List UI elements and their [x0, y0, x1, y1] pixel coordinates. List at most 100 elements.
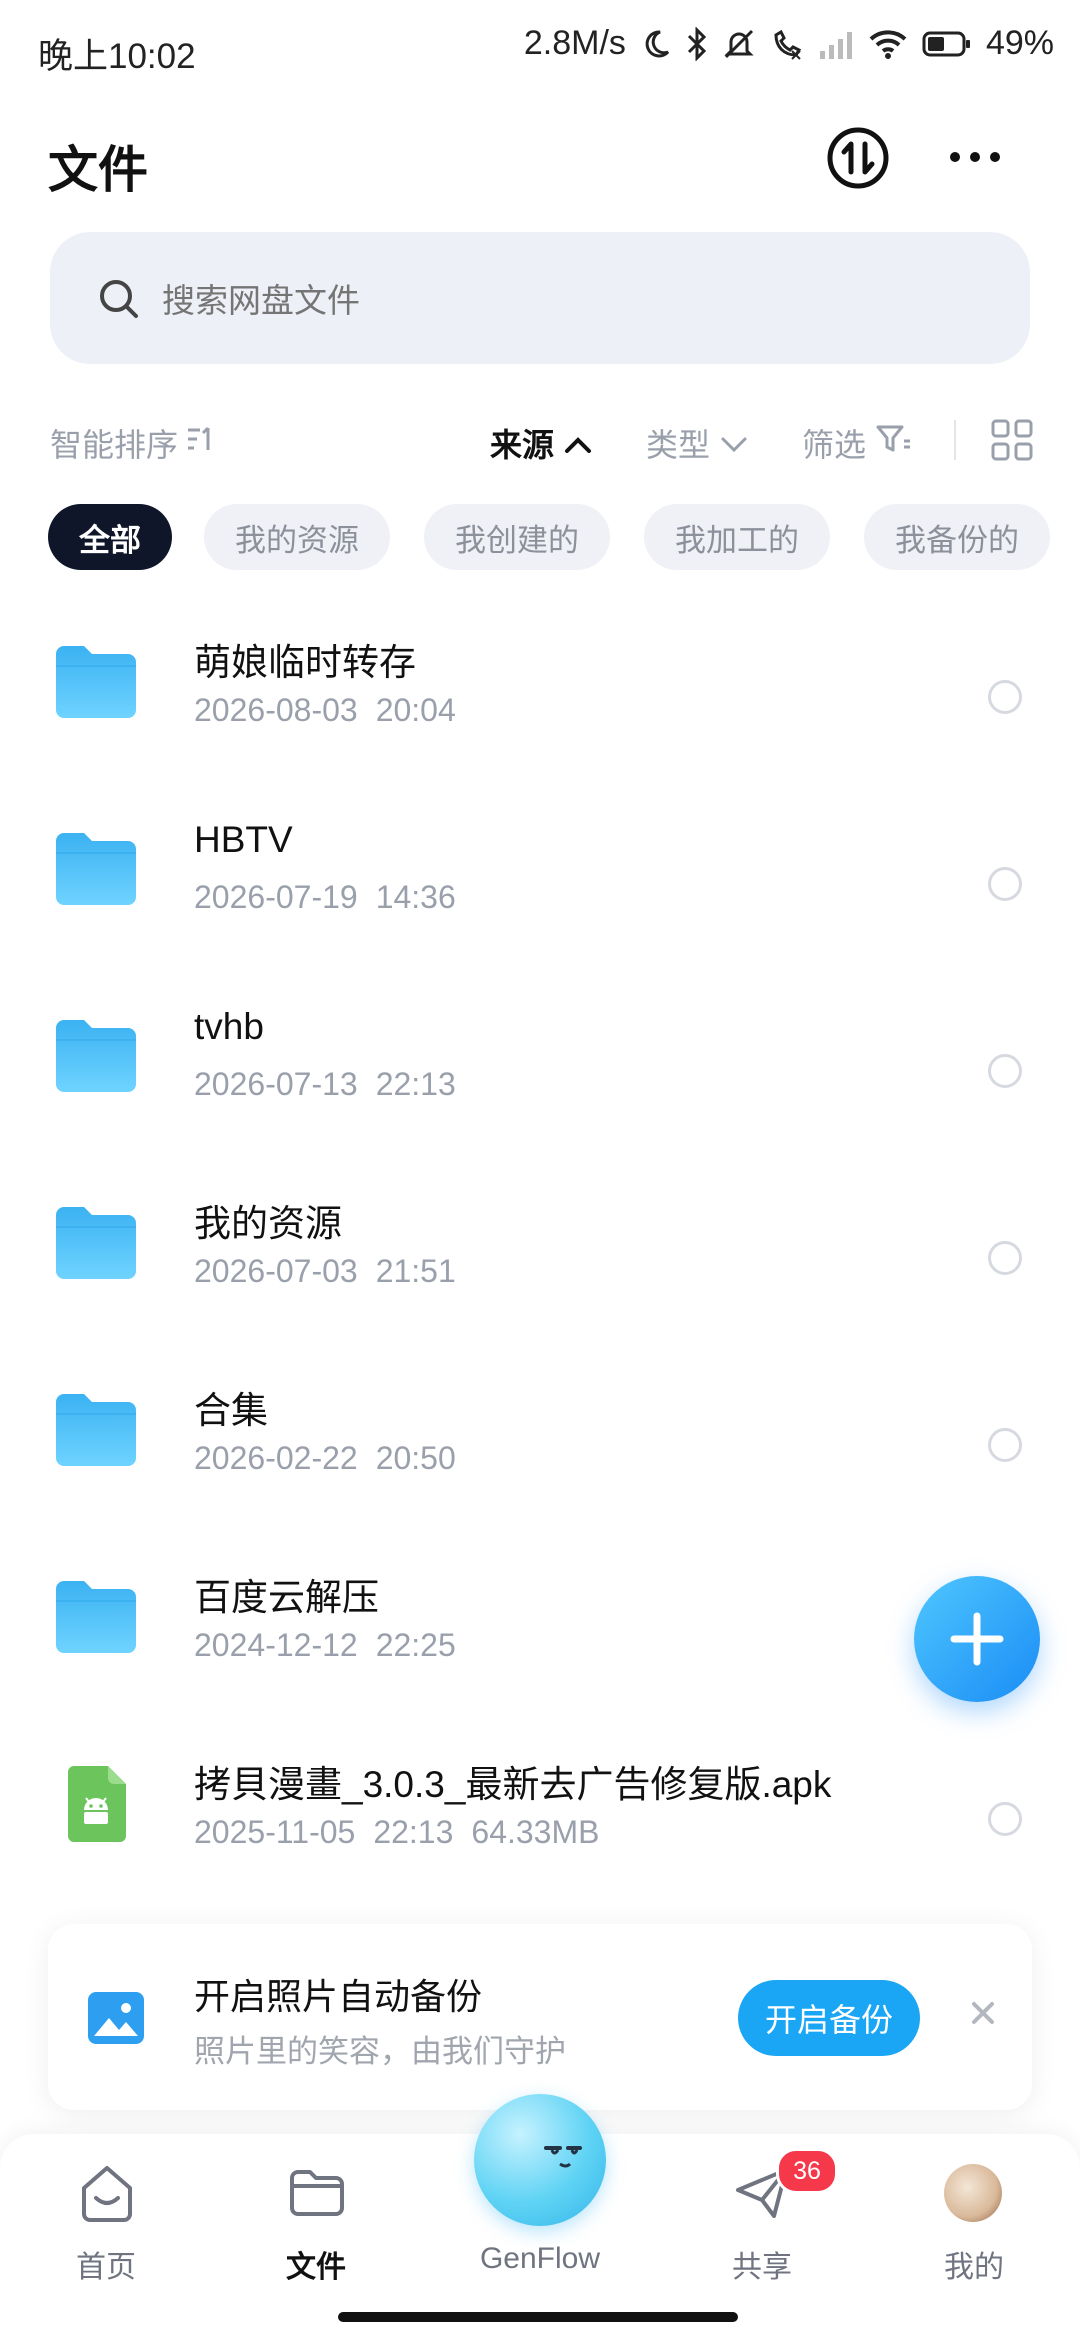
- nav-home-label: 首页: [76, 2251, 136, 2284]
- file-meta: 2026-07-13 22:13: [194, 1066, 456, 1103]
- file-meta: 2025-11-05 22:13 64.33MB: [194, 1814, 599, 1851]
- folder-icon: [54, 1392, 138, 1468]
- share-badge: 36: [776, 2148, 838, 2194]
- file-name: 拷貝漫畫_3.0.3_最新去广告修复版.apk: [194, 1764, 832, 1805]
- chevron-up-icon: [564, 425, 592, 462]
- status-icons: 2.8M/s 49%: [524, 24, 1054, 63]
- banner-subtitle: 照片里的笑容，由我们守护: [194, 2034, 566, 2069]
- filter-button[interactable]: 筛选: [802, 420, 912, 466]
- moon-icon: [640, 28, 672, 60]
- chevron-down-icon: [720, 425, 748, 462]
- file-name: tvhb: [194, 1006, 264, 1047]
- search-icon: [98, 278, 140, 320]
- select-radio[interactable]: [988, 867, 1022, 901]
- type-label: 类型: [646, 427, 711, 463]
- file-name: 合集: [194, 1390, 268, 1431]
- file-date: 2024-12-12: [194, 1627, 358, 1663]
- file-name: 萌娘临时转存: [194, 642, 416, 683]
- file-time: 22:25: [375, 1627, 456, 1663]
- file-date: 2026-07-03: [194, 1253, 358, 1289]
- nav-genflow[interactable]: GenFlow: [470, 2160, 610, 2280]
- select-radio[interactable]: [988, 1241, 1022, 1275]
- file-time: 20:50: [375, 1440, 456, 1476]
- folder-icon: [54, 1018, 138, 1094]
- select-radio[interactable]: [988, 1802, 1022, 1836]
- bell-muted-icon: [722, 27, 756, 61]
- android-apk-icon: [62, 1766, 146, 1842]
- file-time: 14:36: [375, 879, 456, 915]
- nav-me[interactable]: 我的: [904, 2160, 1044, 2284]
- file-date: 2025-11-05: [194, 1814, 356, 1850]
- battery-percent: 49%: [985, 24, 1054, 62]
- select-radio[interactable]: [988, 1428, 1022, 1462]
- close-icon[interactable]: [966, 1996, 1000, 2030]
- nav-files-label: 文件: [286, 2251, 346, 2284]
- nav-genflow-label: GenFlow: [479, 2242, 601, 2275]
- source-sort-button[interactable]: 来源: [490, 420, 592, 466]
- chip-processed[interactable]: 我加工的: [644, 504, 830, 570]
- file-row[interactable]: [0, 1171, 1080, 1358]
- smart-sort-button[interactable]: 智能排序: [50, 420, 216, 466]
- transfer-icon[interactable]: [826, 126, 890, 190]
- chip-backed-up[interactable]: 我备份的: [864, 504, 1050, 570]
- home-indicator: [338, 2312, 738, 2322]
- folder-icon: [290, 2170, 344, 2216]
- file-time: 22:13: [375, 1066, 456, 1102]
- file-meta: 2024-12-12 22:25: [194, 1627, 456, 1664]
- source-label: 来源: [490, 427, 555, 463]
- nav-files[interactable]: 文件: [246, 2160, 386, 2284]
- file-date: 2026-02-22: [194, 1440, 358, 1476]
- signal-icon: [818, 29, 854, 59]
- file-date: 2026-08-03: [194, 692, 358, 728]
- chip-created[interactable]: 我创建的: [424, 504, 610, 570]
- page-title: 文件: [48, 142, 148, 198]
- add-button[interactable]: [914, 1576, 1040, 1702]
- file-size: 64.33MB: [471, 1814, 600, 1850]
- file-time: 20:04: [375, 692, 456, 728]
- file-meta: 2026-07-19 14:36: [194, 879, 456, 916]
- battery-icon: [922, 30, 972, 58]
- call-icon: [770, 27, 804, 61]
- file-row[interactable]: [0, 610, 1080, 797]
- file-meta: 2026-07-03 21:51: [194, 1253, 456, 1290]
- file-time: 22:13: [373, 1814, 454, 1850]
- file-row[interactable]: [0, 1358, 1080, 1545]
- wifi-icon: [868, 28, 908, 60]
- file-name: 百度云解压: [194, 1577, 379, 1618]
- file-row[interactable]: [0, 984, 1080, 1171]
- smart-sort-label: 智能排序: [50, 427, 179, 463]
- file-time: 21:51: [375, 1253, 456, 1289]
- folder-icon: [54, 831, 138, 907]
- photo-icon: [86, 1990, 146, 2046]
- chip-all[interactable]: 全部: [48, 504, 172, 570]
- sort-lines-icon: [186, 424, 216, 462]
- file-name: HBTV: [194, 819, 293, 860]
- nav-share-label: 共享: [732, 2251, 792, 2284]
- sort-divider: [954, 420, 956, 460]
- banner-title: 开启照片自动备份: [194, 1976, 483, 2017]
- file-date: 2026-07-19: [194, 879, 358, 915]
- plus-icon: [950, 1612, 1004, 1666]
- file-row[interactable]: [0, 797, 1080, 984]
- file-meta: 2026-08-03 20:04: [194, 692, 456, 729]
- folder-icon: [54, 1205, 138, 1281]
- nav-home[interactable]: 首页: [36, 2160, 176, 2284]
- search-input[interactable]: [160, 270, 864, 332]
- folder-icon: [54, 644, 138, 720]
- filter-label: 筛选: [802, 427, 867, 463]
- file-meta: 2026-02-22 20:50: [194, 1440, 456, 1477]
- type-filter-button[interactable]: 类型: [646, 420, 748, 466]
- nav-me-label: 我的: [944, 2251, 1004, 2284]
- chip-my-resources[interactable]: 我的资源: [204, 504, 390, 570]
- more-icon[interactable]: [945, 142, 1005, 172]
- grid-view-icon[interactable]: [990, 418, 1034, 462]
- enable-backup-button[interactable]: 开启备份: [738, 1980, 920, 2056]
- net-speed: 2.8M/s: [523, 24, 626, 62]
- select-radio[interactable]: [988, 680, 1022, 714]
- avatar: [944, 2164, 1002, 2222]
- folder-icon: [54, 1579, 138, 1655]
- file-name: 我的资源: [194, 1203, 342, 1244]
- file-date: 2026-07-13: [194, 1066, 358, 1102]
- home-icon: [82, 2166, 132, 2222]
- select-radio[interactable]: [988, 1054, 1022, 1088]
